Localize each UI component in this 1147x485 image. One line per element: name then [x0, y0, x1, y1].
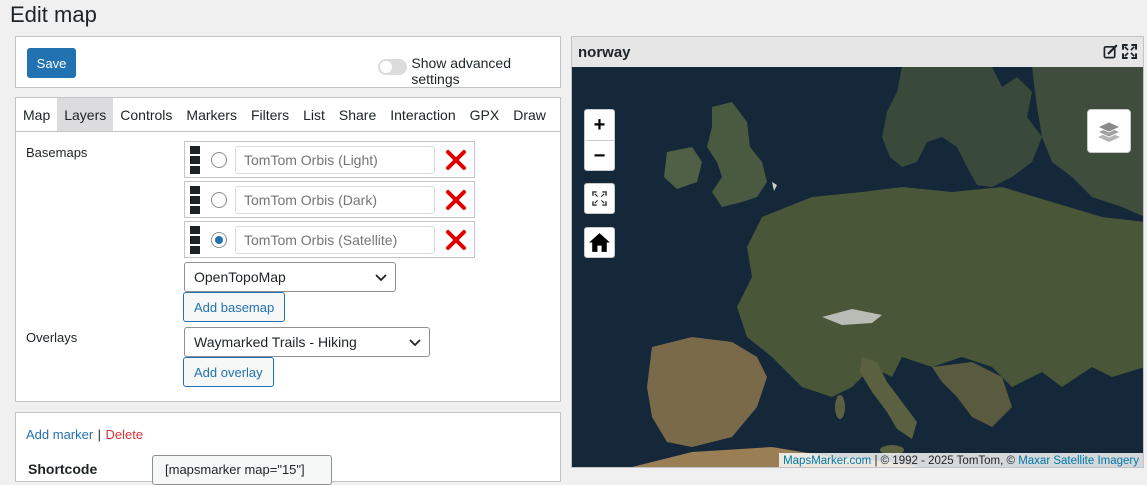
advanced-settings-toggle[interactable]	[378, 59, 408, 75]
basemap-row	[184, 221, 475, 258]
layers-icon	[1097, 121, 1121, 142]
attribution-text: | © 1992 - 2025 TomTom, ©	[871, 455, 1019, 467]
zoom-out-button[interactable]: −	[585, 141, 614, 171]
delete-x-icon[interactable]	[444, 188, 468, 212]
tab-draw[interactable]: Draw	[506, 98, 553, 131]
map-attribution: MapsMarker.com | © 1992 - 2025 TomTom, ©…	[779, 453, 1143, 467]
map-preview: norway + − MapsMarker.com | © 1992 - 202…	[571, 36, 1144, 468]
tab-controls[interactable]: Controls	[113, 98, 179, 131]
page-title: Edit map	[10, 2, 97, 27]
reset-view-button[interactable]	[584, 227, 615, 258]
zoom-in-button[interactable]: +	[585, 110, 614, 140]
basemaps-label: Basemaps	[26, 145, 88, 160]
add-marker-link[interactable]: Add marker	[26, 427, 93, 442]
basemap-select[interactable]: OpenTopoMap	[184, 262, 396, 292]
add-basemap-button[interactable]: Add basemap	[183, 292, 286, 322]
expand-icon	[592, 191, 607, 206]
tab-interaction[interactable]: Interaction	[383, 98, 462, 131]
tab-list[interactable]: List	[296, 98, 332, 131]
add-overlay-button[interactable]: Add overlay	[183, 357, 274, 387]
advanced-settings-label[interactable]: Show advanced settings	[411, 55, 560, 87]
tab-markers[interactable]: Markers	[179, 98, 244, 131]
marker-actions: Add marker | Delete	[26, 426, 143, 444]
basemap-row	[184, 141, 475, 178]
basemap-name-input[interactable]	[235, 226, 435, 254]
mapsmarker-link[interactable]: MapsMarker.com	[783, 455, 871, 467]
tab-bar: Map Layers Controls Markers Filters List…	[16, 98, 560, 132]
satellite-terrain	[572, 67, 1143, 467]
tab-share[interactable]: Share	[332, 98, 383, 131]
basemap-select-value: OpenTopoMap	[194, 269, 286, 285]
delete-link[interactable]: Delete	[106, 427, 144, 442]
layer-switcher-button[interactable]	[1087, 109, 1131, 153]
tab-gpx[interactable]: GPX	[463, 98, 507, 131]
map-title: norway	[578, 44, 631, 61]
basemap-radio[interactable]	[211, 152, 227, 168]
drag-handle-icon[interactable]	[190, 146, 200, 174]
basemap-radio[interactable]	[211, 192, 227, 208]
basemap-name-input[interactable]	[235, 186, 435, 214]
basemap-radio-selected[interactable]	[211, 232, 227, 248]
maxar-link[interactable]: Maxar Satellite Imagery	[1018, 455, 1139, 467]
home-icon	[589, 233, 610, 252]
shortcode-field[interactable]: [mapsmarker map="15"]	[152, 455, 332, 485]
basemap-row	[184, 181, 475, 218]
tab-map[interactable]: Map	[16, 98, 57, 131]
zoom-control: + −	[584, 109, 615, 171]
overlay-select[interactable]: Waymarked Trails - Hiking	[184, 327, 430, 357]
chevron-down-icon	[409, 339, 421, 347]
delete-x-icon[interactable]	[444, 228, 468, 252]
map-canvas[interactable]: + − MapsMarker.com | © 1992 - 2025 TomTo…	[572, 67, 1143, 467]
map-header: norway	[572, 37, 1143, 67]
map-fullscreen-button[interactable]	[584, 183, 615, 214]
chevron-down-icon	[375, 274, 387, 282]
drag-handle-icon[interactable]	[190, 186, 200, 214]
basemap-name-input[interactable]	[235, 146, 435, 174]
fullscreen-icon[interactable]	[1122, 44, 1137, 59]
top-panel: Save Show advanced settings	[15, 36, 561, 88]
overlays-label: Overlays	[26, 330, 78, 345]
drag-handle-icon[interactable]	[190, 226, 200, 254]
settings-panel: Map Layers Controls Markers Filters List…	[15, 97, 561, 402]
advanced-settings-toggle-wrap: Show advanced settings	[378, 53, 560, 87]
tab-filters[interactable]: Filters	[244, 98, 296, 131]
save-button[interactable]: Save	[27, 48, 76, 78]
delete-x-icon[interactable]	[444, 148, 468, 172]
overlay-select-value: Waymarked Trails - Hiking	[194, 334, 357, 350]
shortcode-label: Shortcode	[28, 461, 98, 477]
separator: |	[97, 427, 102, 442]
edit-icon[interactable]	[1103, 44, 1118, 59]
tab-layers[interactable]: Layers	[57, 98, 114, 131]
